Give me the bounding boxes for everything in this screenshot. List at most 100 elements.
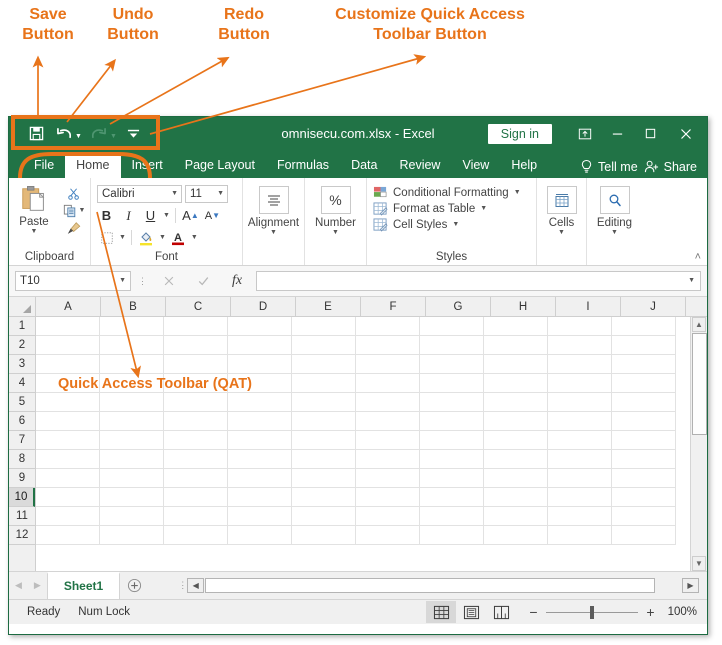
cancel-formula-button[interactable] xyxy=(154,271,184,291)
cell-J10[interactable] xyxy=(612,488,676,507)
cell-I7[interactable] xyxy=(548,431,612,450)
cell-H12[interactable] xyxy=(484,526,548,545)
cell-A2[interactable] xyxy=(36,336,100,355)
cell-C9[interactable] xyxy=(164,469,228,488)
cell-J12[interactable] xyxy=(612,526,676,545)
font-name-caret[interactable]: ▼ xyxy=(171,190,178,198)
tab-data[interactable]: Data xyxy=(340,153,388,178)
cut-scissors-icon[interactable] xyxy=(67,187,81,201)
cell-E6[interactable] xyxy=(292,412,356,431)
cell-F11[interactable] xyxy=(356,507,420,526)
sheet-tab-sheet1[interactable]: Sheet1 xyxy=(46,572,121,599)
name-box[interactable]: T10 ▼ xyxy=(15,271,131,291)
cell-B4[interactable] xyxy=(100,374,164,393)
cell-J7[interactable] xyxy=(612,431,676,450)
nav-left-icon[interactable]: ◀ xyxy=(15,580,22,591)
cell-I8[interactable] xyxy=(548,450,612,469)
cell-A4[interactable] xyxy=(36,374,100,393)
cell-D7[interactable] xyxy=(228,431,292,450)
font-size-input[interactable]: 11 ▼ xyxy=(185,185,228,203)
paste-button[interactable]: Paste ▼ xyxy=(9,182,59,236)
zoom-slider-track[interactable] xyxy=(546,605,638,619)
cell-D2[interactable] xyxy=(228,336,292,355)
row-header-9[interactable]: 9 xyxy=(9,469,35,488)
cell-C3[interactable] xyxy=(164,355,228,374)
cell-F1[interactable] xyxy=(356,317,420,336)
cell-G6[interactable] xyxy=(420,412,484,431)
cell-B6[interactable] xyxy=(100,412,164,431)
cell-E8[interactable] xyxy=(292,450,356,469)
font-size-caret[interactable]: ▼ xyxy=(217,190,224,198)
cell-C2[interactable] xyxy=(164,336,228,355)
underline-caret[interactable]: ▼ xyxy=(163,212,170,220)
cell-E9[interactable] xyxy=(292,469,356,488)
editing-caret[interactable]: ▼ xyxy=(611,229,618,237)
cell-G4[interactable] xyxy=(420,374,484,393)
ribbon-display-options-button[interactable] xyxy=(568,117,601,150)
cell-G5[interactable] xyxy=(420,393,484,412)
nav-right-icon[interactable]: ▶ xyxy=(34,580,41,591)
cell-B2[interactable] xyxy=(100,336,164,355)
cell-H10[interactable] xyxy=(484,488,548,507)
cell-I1[interactable] xyxy=(548,317,612,336)
font-color-button[interactable]: A xyxy=(169,228,188,247)
font-color-caret[interactable]: ▼ xyxy=(191,234,198,242)
maximize-button[interactable] xyxy=(634,117,667,150)
scroll-up-button[interactable]: ▲ xyxy=(692,317,706,332)
alignment-button[interactable]: Alignment ▼ xyxy=(243,182,304,237)
cell-E3[interactable] xyxy=(292,355,356,374)
cell-C7[interactable] xyxy=(164,431,228,450)
zoom-control[interactable]: − + 100% xyxy=(528,604,697,620)
hscroll-right-button[interactable]: ▶ xyxy=(682,578,699,593)
cell-H7[interactable] xyxy=(484,431,548,450)
tab-split-grip[interactable]: ⋮ xyxy=(178,580,187,591)
row-header-10[interactable]: 10 xyxy=(9,488,35,507)
cell-I3[interactable] xyxy=(548,355,612,374)
cell-G3[interactable] xyxy=(420,355,484,374)
insert-function-button[interactable]: fx xyxy=(222,271,252,291)
cell-F7[interactable] xyxy=(356,431,420,450)
grow-font-button[interactable]: A ▲ xyxy=(181,206,200,225)
cell-B5[interactable] xyxy=(100,393,164,412)
cell-G9[interactable] xyxy=(420,469,484,488)
minimize-button[interactable] xyxy=(601,117,634,150)
bold-button[interactable]: B xyxy=(97,206,116,225)
close-button[interactable] xyxy=(667,117,705,150)
formula-input[interactable]: ▼ xyxy=(256,271,701,291)
share-button[interactable]: Share xyxy=(644,159,697,174)
tab-home[interactable]: Home xyxy=(65,153,121,178)
cell-A1[interactable] xyxy=(36,317,100,336)
cell-E7[interactable] xyxy=(292,431,356,450)
fill-color-button[interactable] xyxy=(137,228,156,247)
cell-H9[interactable] xyxy=(484,469,548,488)
cell-G11[interactable] xyxy=(420,507,484,526)
cell-I6[interactable] xyxy=(548,412,612,431)
cell-D4[interactable] xyxy=(228,374,292,393)
cell-C6[interactable] xyxy=(164,412,228,431)
alignment-caret[interactable]: ▼ xyxy=(270,229,277,237)
column-header-b[interactable]: B xyxy=(101,297,166,316)
row-header-5[interactable]: 5 xyxy=(9,393,35,412)
format-as-table-caret[interactable]: ▼ xyxy=(480,205,487,213)
cell-D8[interactable] xyxy=(228,450,292,469)
enter-formula-button[interactable] xyxy=(188,271,218,291)
cell-F10[interactable] xyxy=(356,488,420,507)
column-header-a[interactable]: A xyxy=(36,297,101,316)
select-all-corner[interactable] xyxy=(9,297,36,316)
row-header-4[interactable]: 4 xyxy=(9,374,35,393)
tell-me-button[interactable]: Tell me xyxy=(580,159,638,174)
cells-caret[interactable]: ▼ xyxy=(558,229,565,237)
column-header-f[interactable]: F xyxy=(361,297,426,316)
italic-button[interactable]: I xyxy=(119,206,138,225)
cell-J2[interactable] xyxy=(612,336,676,355)
cell-B7[interactable] xyxy=(100,431,164,450)
cell-I5[interactable] xyxy=(548,393,612,412)
column-header-i[interactable]: I xyxy=(556,297,621,316)
cell-J6[interactable] xyxy=(612,412,676,431)
row-header-8[interactable]: 8 xyxy=(9,450,35,469)
cell-F3[interactable] xyxy=(356,355,420,374)
cell-I2[interactable] xyxy=(548,336,612,355)
cell-H11[interactable] xyxy=(484,507,548,526)
hscroll-left-button[interactable]: ◀ xyxy=(187,578,205,593)
number-button[interactable]: % Number ▼ xyxy=(305,182,366,237)
